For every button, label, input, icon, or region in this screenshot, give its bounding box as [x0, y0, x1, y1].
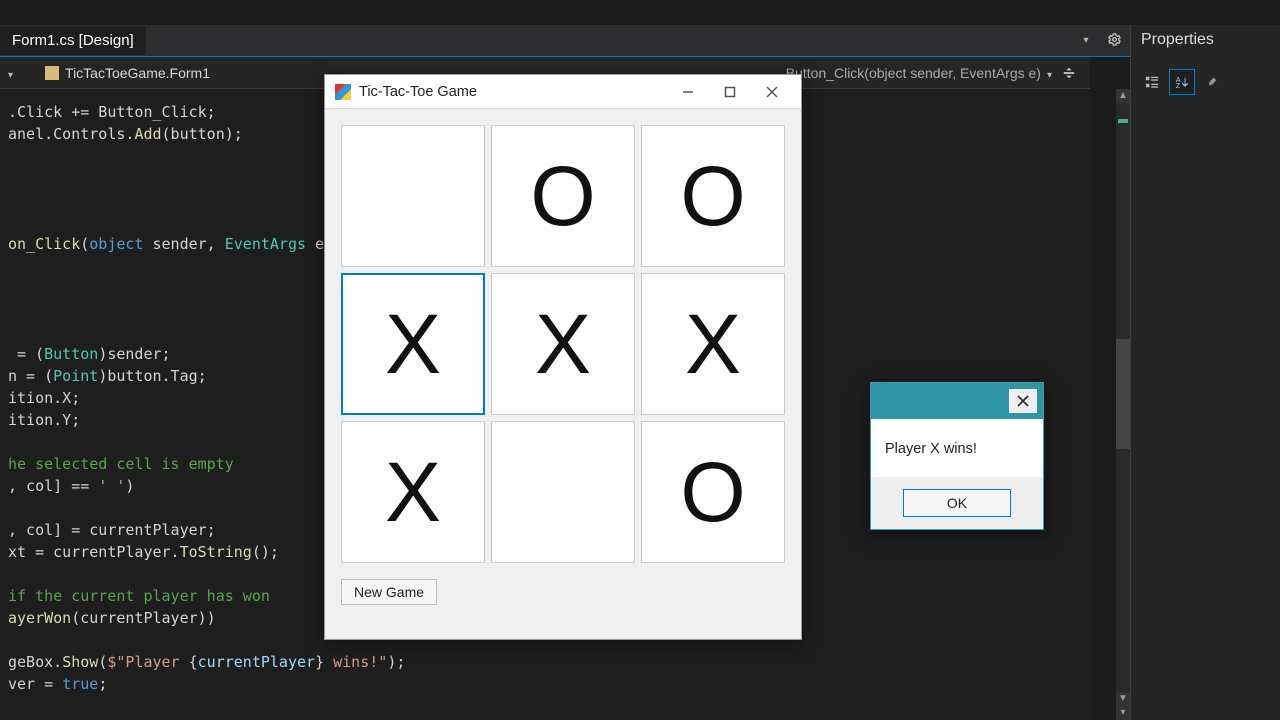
new-game-button[interactable]: New Game: [341, 579, 437, 605]
split-editor-icon[interactable]: [1058, 62, 1080, 84]
window-titlebar[interactable]: Tic-Tac-Toe Game: [325, 75, 801, 109]
messagebox-text: Player X wins!: [871, 419, 1043, 477]
editor-scrollbar[interactable]: ▲ ▼ ▾: [1116, 89, 1130, 720]
properties-panel: Properties AZ: [1130, 25, 1280, 720]
gear-icon[interactable]: [1103, 28, 1125, 50]
close-button[interactable]: [751, 75, 793, 109]
tab-overflow-dropdown-icon[interactable]: [1075, 28, 1097, 50]
property-pages-icon[interactable]: [1199, 69, 1225, 95]
app-icon: [335, 84, 351, 100]
scrollbar-thumb[interactable]: [1116, 339, 1130, 449]
messagebox: Player X wins! OK: [870, 382, 1044, 530]
window-title: Tic-Tac-Toe Game: [359, 84, 667, 100]
scroll-up-arrow-icon[interactable]: ▲: [1116, 89, 1130, 103]
board-cell-0[interactable]: [341, 125, 485, 267]
messagebox-close-button[interactable]: [1009, 389, 1037, 413]
properties-panel-title: Properties: [1131, 25, 1280, 59]
board-cell-4[interactable]: X: [491, 273, 635, 415]
game-board: OOXXXXO: [325, 109, 801, 579]
class-breadcrumb[interactable]: TicTacToeGame.Form1: [65, 65, 210, 81]
class-icon: [45, 66, 59, 80]
member-dropdown-icon[interactable]: [1047, 65, 1052, 81]
scroll-options-icon[interactable]: ▾: [1116, 706, 1130, 720]
maximize-button[interactable]: [709, 75, 751, 109]
member-breadcrumb[interactable]: Button_Click(object sender, EventArgs e): [786, 65, 1041, 81]
minimize-button[interactable]: [667, 75, 709, 109]
board-cell-2[interactable]: O: [641, 125, 785, 267]
alphabetical-view-icon[interactable]: AZ: [1169, 69, 1195, 95]
tictactoe-window: Tic-Tac-Toe Game OOXXXXO New Game: [324, 74, 802, 640]
categorized-view-icon[interactable]: [1139, 69, 1165, 95]
board-cell-1[interactable]: O: [491, 125, 635, 267]
board-cell-8[interactable]: O: [641, 421, 785, 563]
board-cell-3[interactable]: X: [341, 273, 485, 415]
scroll-down-arrow-icon[interactable]: ▼: [1116, 692, 1130, 706]
messagebox-titlebar[interactable]: [871, 383, 1043, 419]
board-cell-7[interactable]: [491, 421, 635, 563]
svg-text:Z: Z: [1176, 83, 1181, 89]
board-cell-6[interactable]: X: [341, 421, 485, 563]
board-cell-5[interactable]: X: [641, 273, 785, 415]
tab-bar-extras: [1075, 28, 1125, 50]
messagebox-ok-button[interactable]: OK: [903, 489, 1011, 517]
scope-dropdown[interactable]: [8, 65, 13, 81]
active-document-tab[interactable]: Form1.cs [Design]: [0, 26, 146, 55]
